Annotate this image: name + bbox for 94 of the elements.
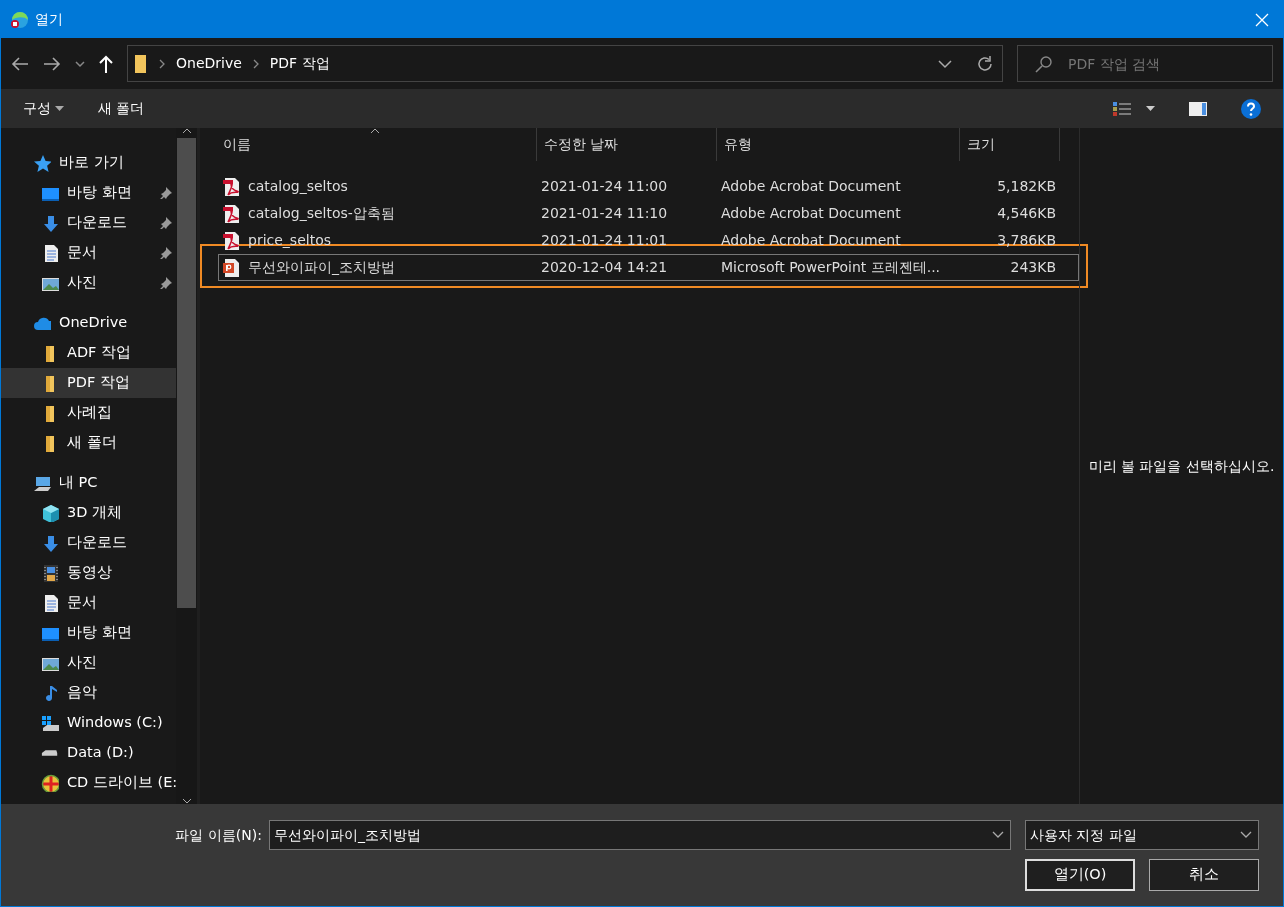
file-size: 243KB — [1009, 258, 1057, 277]
cancel-button[interactable]: 취소 — [1149, 859, 1259, 891]
drive-icon — [41, 749, 59, 757]
file-size: 3,786KB — [996, 231, 1057, 250]
sidebar-item[interactable]: Data (D:) — [1, 738, 176, 768]
computer-icon — [33, 474, 51, 492]
chevron-right-icon — [251, 58, 260, 69]
sidebar-item[interactable]: 바탕 화면 — [1, 618, 176, 648]
file-name: 무선와이파이_조치방법 — [248, 258, 395, 277]
app-logo-icon — [9, 9, 29, 30]
sidebar-item[interactable]: Windows (C:) — [1, 708, 176, 738]
presentation-file-icon — [223, 257, 241, 278]
chevron-down-icon[interactable] — [75, 59, 85, 68]
caret-down-icon[interactable] — [1146, 105, 1155, 112]
sort-up-icon[interactable] — [370, 128, 380, 134]
window-title: 열기 — [35, 10, 63, 29]
disc-icon — [41, 774, 59, 792]
sidebar-item[interactable]: PDF 작업 — [1, 368, 176, 398]
address-bar[interactable]: OneDrive PDF 작업 — [127, 45, 1003, 82]
sidebar-item[interactable]: 문서 — [1, 588, 176, 618]
modified-date: 2021-01-24 11:01 — [540, 231, 669, 250]
chevron-down-icon[interactable] — [938, 58, 952, 69]
sidebar-item[interactable]: OneDrive — [1, 308, 176, 338]
pdf-file-icon — [223, 203, 241, 224]
file-type: Adobe Acrobat Document — [720, 231, 902, 250]
sidebar-item[interactable]: 내 PC — [1, 468, 176, 498]
file-name: catalog_seltos-압축됨 — [248, 204, 395, 223]
sidebar-item[interactable]: 다운로드 — [1, 528, 176, 558]
film-icon — [41, 564, 59, 582]
sidebar-item[interactable]: CD 드라이브 (E: — [1, 768, 176, 798]
file-name: price_seltos — [248, 231, 331, 250]
file-name: catalog_seltos — [248, 177, 348, 196]
file-row[interactable]: price_seltos 2021-01-24 11:01 Adobe Acrobat Document 3,786KB — [218, 227, 1079, 254]
column-header[interactable]: 이름 — [216, 128, 537, 161]
open-button[interactable]: 열기(O) — [1025, 859, 1135, 891]
help-icon[interactable] — [1241, 98, 1261, 119]
file-row[interactable]: 무선와이파이_조치방법 2020-12-04 14:21 Microsoft PowerPoint 프레젠테... 243KB — [218, 254, 1079, 281]
sidebar-item[interactable]: 새 폴더 — [1, 428, 176, 458]
back-arrow-icon[interactable] — [11, 56, 29, 71]
forward-arrow-icon[interactable] — [43, 56, 61, 71]
star-icon — [33, 154, 51, 172]
sidebar-item[interactable]: 3D 개체 — [1, 498, 176, 528]
breadcrumb-item[interactable]: PDF 작업 — [269, 53, 330, 74]
refresh-icon[interactable] — [976, 54, 994, 73]
file-type-dropdown[interactable]: 사용자 지정 파일 — [1025, 820, 1259, 850]
preview-message: 미리 볼 파일을 선택하십시오. — [1088, 456, 1275, 476]
down-arrow-icon — [41, 534, 59, 552]
pdf-file-icon — [223, 230, 241, 251]
search-field[interactable]: PDF 작업 검색 — [1017, 45, 1273, 82]
modified-date: 2021-01-24 11:10 — [540, 204, 669, 223]
organize-menu[interactable]: 구성 — [23, 98, 64, 119]
sidebar-item[interactable]: 문서 — [1, 238, 176, 268]
chevron-down-icon[interactable] — [992, 831, 1004, 839]
chevron-down-icon[interactable] — [1240, 831, 1252, 839]
breadcrumb-item[interactable]: OneDrive — [176, 53, 242, 74]
scroll-down-icon[interactable] — [181, 798, 192, 804]
column-header[interactable]: 크기 — [960, 128, 1060, 161]
file-type: Microsoft PowerPoint 프레젠테... — [720, 258, 942, 277]
up-arrow-icon[interactable] — [99, 54, 113, 73]
filename-field[interactable]: 무선와이파이_조치방법 — [269, 820, 1011, 850]
sidebar-item[interactable]: 사진 — [1, 268, 176, 298]
file-row[interactable]: catalog_seltos-압축됨 2021-01-24 11:10 Adobe Acrobat Document 4,546KB — [218, 200, 1079, 227]
column-header[interactable]: 수정한 날짜 — [537, 128, 717, 161]
sidebar-item[interactable]: 동영상 — [1, 558, 176, 588]
sidebar-item[interactable]: 바로 가기 — [1, 148, 176, 178]
down-arrow-icon — [41, 214, 59, 232]
filename-label: 파일 이름(N): — [175, 825, 262, 845]
file-size: 4,546KB — [996, 204, 1057, 223]
caret-down-icon — [54, 105, 64, 112]
sidebar-item[interactable]: 사진 — [1, 648, 176, 678]
file-type: Adobe Acrobat Document — [720, 204, 902, 223]
sidebar-item[interactable]: 바탕 화면 — [1, 178, 176, 208]
view-options-icon[interactable] — [1112, 100, 1132, 117]
chevron-right-icon — [158, 58, 166, 69]
scrollbar-thumb[interactable] — [177, 138, 196, 608]
preview-pane-icon[interactable] — [1189, 101, 1207, 116]
file-row[interactable]: catalog_seltos 2021-01-24 11:00 Adobe Acrobat Document 5,182KB — [218, 173, 1079, 200]
sidebar-item[interactable]: 다운로드 — [1, 208, 176, 238]
sidebar-item[interactable]: 음악 — [1, 678, 176, 708]
search-icon — [1035, 55, 1053, 73]
sidebar-item[interactable]: ADF 작업 — [1, 338, 176, 368]
drive-icon — [41, 714, 59, 732]
column-header[interactable]: 유형 — [717, 128, 960, 161]
modified-date: 2021-01-24 11:00 — [540, 177, 669, 196]
sidebar-item[interactable]: 사례집 — [1, 398, 176, 428]
folder-icon — [134, 53, 148, 74]
modified-date: 2020-12-04 14:21 — [540, 258, 669, 277]
new-folder-button[interactable]: 새 폴더 — [97, 98, 144, 119]
close-icon[interactable] — [1255, 12, 1269, 27]
file-size: 5,182KB — [996, 177, 1057, 196]
scroll-up-icon[interactable] — [181, 128, 192, 134]
file-type: Adobe Acrobat Document — [720, 177, 902, 196]
cube-icon — [41, 504, 59, 522]
pdf-file-icon — [223, 176, 241, 197]
